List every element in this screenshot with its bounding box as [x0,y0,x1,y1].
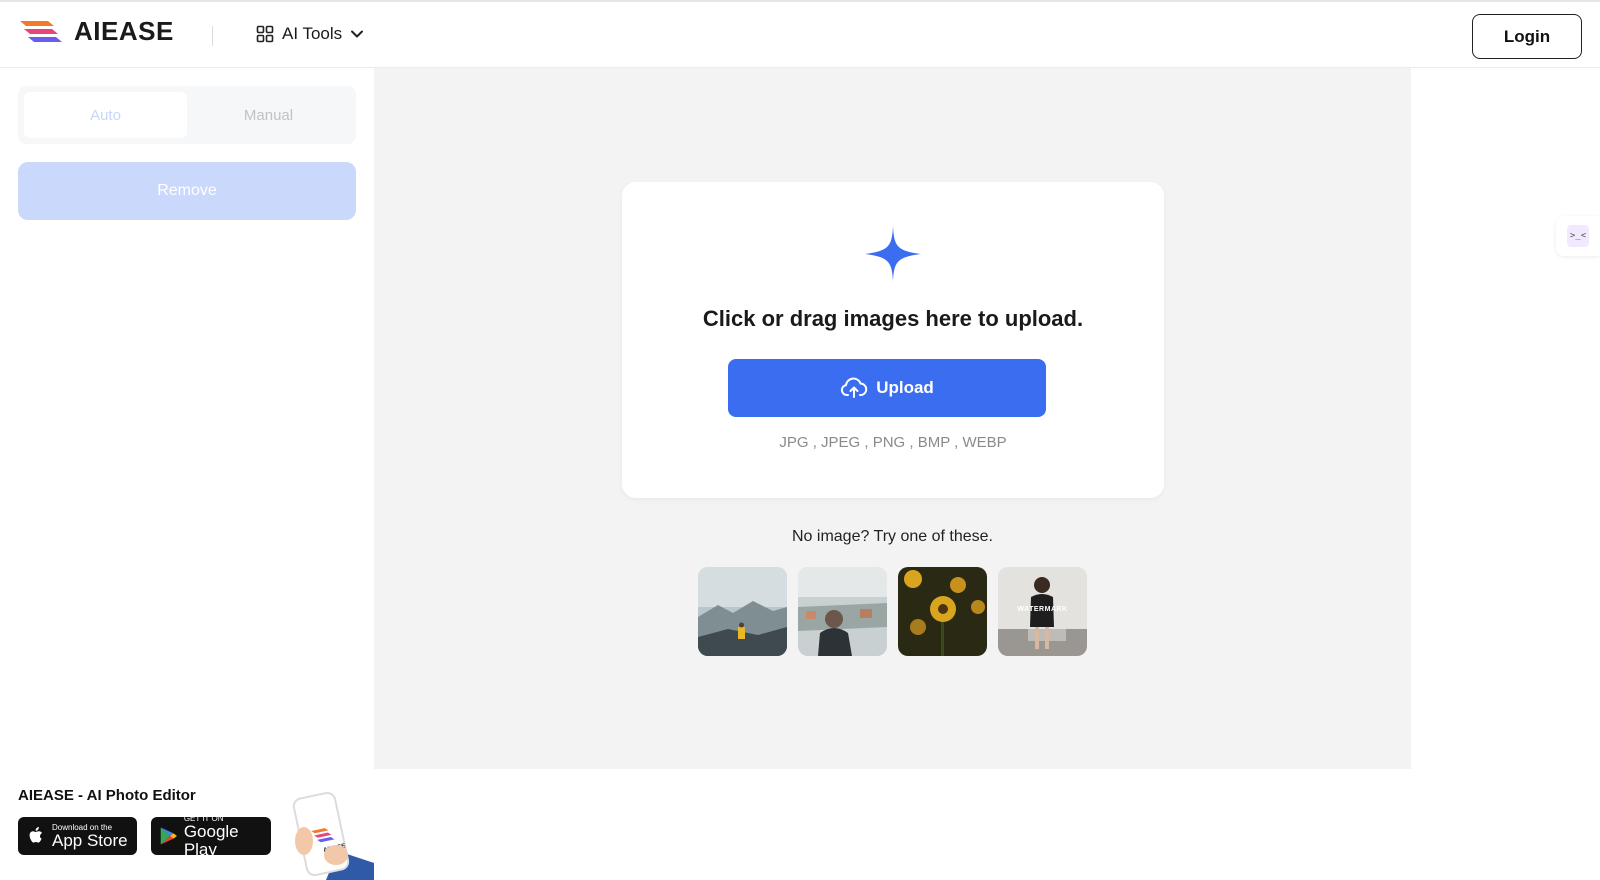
chevron-down-icon [351,30,364,38]
app-promo-footer: AIEASE - AI Photo Editor Download on the… [0,769,1600,880]
watermark-text: WATERMARK [1017,606,1067,613]
upload-heading: Click or drag images here to upload. [702,306,1084,331]
sample-image-city[interactable] [798,567,887,656]
sample-images: WATERMARK [698,567,1087,656]
upload-button[interactable]: Upload [728,359,1046,417]
brand-logo[interactable]: AIEASE [18,16,174,47]
main-canvas: Click or drag images here to upload. Upl… [374,68,1411,769]
upload-button-label: Upload [876,378,934,397]
google-play-icon [160,827,177,845]
app-store-big-text: App Store [52,830,128,850]
footer-title: AIEASE - AI Photo Editor [18,787,196,804]
google-play-button[interactable]: GET IT ON Google Play [151,814,271,858]
google-play-big-text: Google Play [183,821,239,859]
remove-button[interactable]: Remove [18,162,356,220]
sample-image-woman[interactable]: WATERMARK [998,567,1087,656]
login-button[interactable]: Login [1472,14,1582,59]
header-divider [212,26,213,46]
phone-in-hand-illustration: AIEASE [292,791,374,880]
upload-dropzone[interactable]: Click or drag images here to upload. Upl… [622,182,1164,498]
app-store-button[interactable]: Download on the App Store [18,817,137,855]
mode-toggle: Auto Manual [18,86,356,144]
sample-prompt: No image? Try one of these. [792,528,993,545]
grid-icon [256,25,274,43]
assistant-face-icon: >_< [1567,225,1589,247]
sample-image-mountain[interactable] [698,567,787,656]
aiease-logo-icon [20,20,62,42]
cloud-upload-icon [841,377,868,398]
tab-manual[interactable]: Manual [187,92,350,138]
feedback-widget[interactable]: >_< [1556,216,1600,256]
top-header: AIEASE AI Tools Login [0,0,1600,68]
tab-auto[interactable]: Auto [24,92,187,138]
supported-formats: JPG , JPEG , PNG , BMP , WEBP [779,434,1007,451]
left-sidebar: Auto Manual Remove [0,68,374,769]
ai-tools-menu[interactable]: AI Tools [256,24,364,44]
sample-image-sunflowers[interactable] [898,567,987,656]
brand-name: AIEASE [74,16,174,46]
apple-icon [29,827,42,843]
ai-tools-label: AI Tools [282,24,343,43]
sparkle-plus-icon [865,226,921,282]
